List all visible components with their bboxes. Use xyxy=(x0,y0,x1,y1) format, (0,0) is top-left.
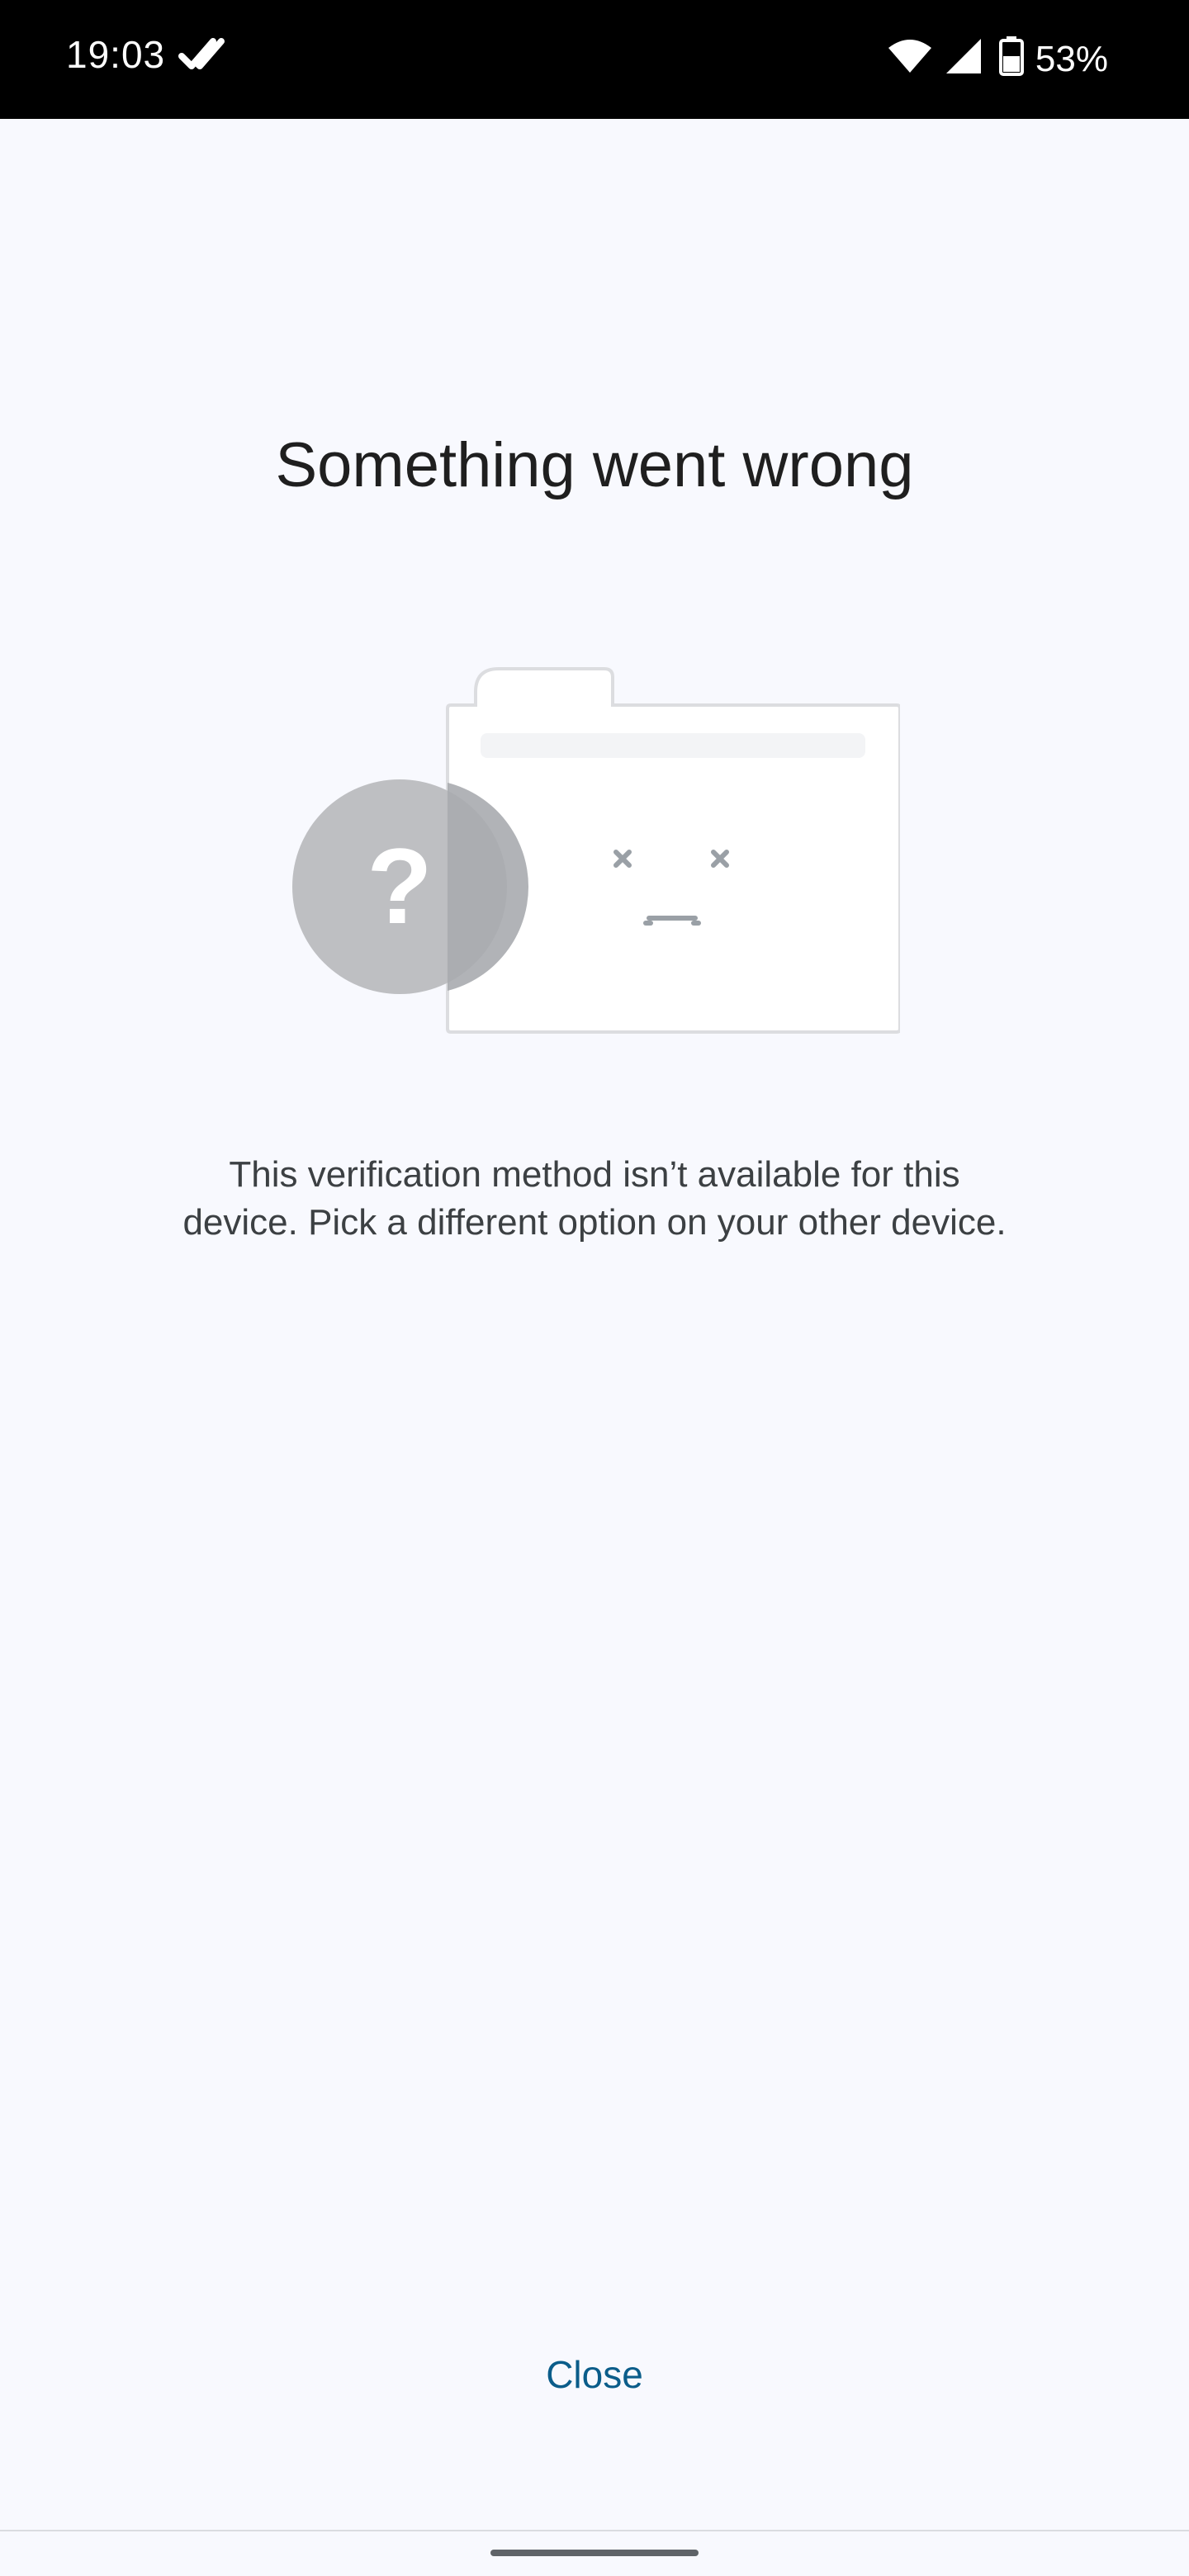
nav-divider xyxy=(0,2530,1189,2531)
question-mark-icon: ? xyxy=(292,779,528,994)
page-title: Something went wrong xyxy=(275,430,914,500)
battery-percentage: 53% xyxy=(1035,39,1108,79)
status-icons: 53% xyxy=(887,0,1108,119)
signal-icon xyxy=(945,39,981,73)
description-line-1: This verification method isn’t available… xyxy=(229,1154,960,1195)
question-glyph: ? xyxy=(367,826,432,946)
wifi-icon xyxy=(888,40,931,73)
description-line-2: device. Pick a different option on your … xyxy=(182,1202,1007,1243)
status-bar: 19:03 53% xyxy=(0,0,1189,119)
error-description: This verification method isn’t available… xyxy=(99,1151,1090,1247)
battery-icon xyxy=(998,36,1024,76)
close-button[interactable]: Close xyxy=(495,2337,694,2411)
status-time: 19:03 xyxy=(66,33,166,76)
error-illustration: ? xyxy=(292,667,900,1034)
gesture-nav-handle[interactable] xyxy=(490,2550,699,2556)
check-icon xyxy=(178,38,225,69)
